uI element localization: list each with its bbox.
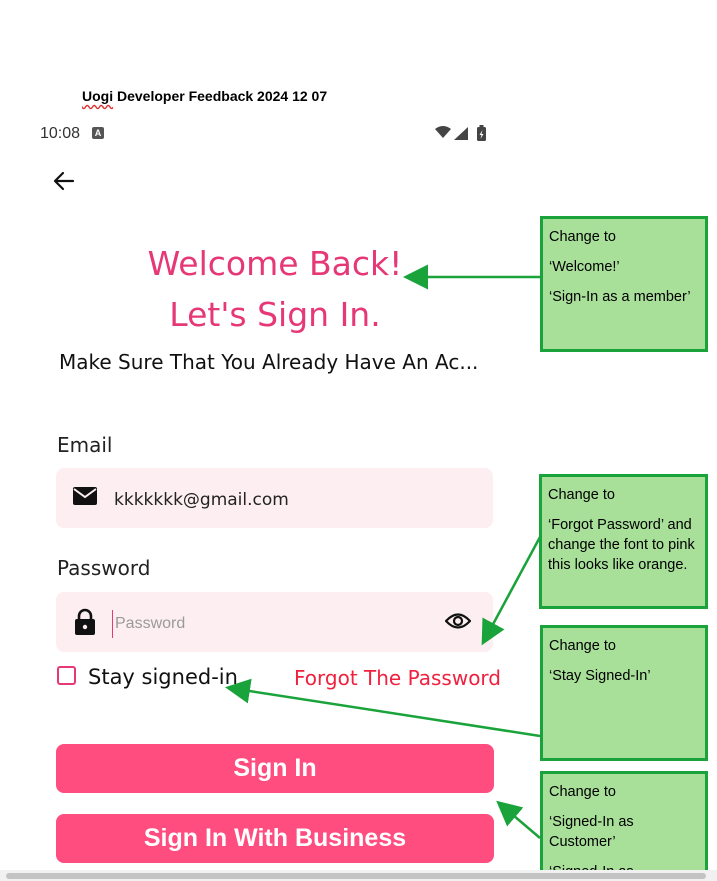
note-line: Change to [549, 229, 616, 245]
back-button[interactable] [52, 170, 76, 197]
status-icons [434, 124, 490, 149]
note-line: Change to [548, 487, 615, 503]
document-title-rest: Developer Feedback 2024 12 07 [113, 88, 328, 104]
note-line: ‘Sign-In as a member’ [549, 289, 691, 305]
note-line: Change to [549, 638, 616, 654]
email-value[interactable]: kkkkkkk@gmail.com [114, 490, 289, 510]
welcome-subheading: Let's Sign In. [169, 295, 381, 334]
scrollbar-thumb[interactable] [6, 873, 706, 879]
annotation-note-stay: Change to ‘Stay Signed-In’ [540, 625, 708, 761]
email-label: Email [57, 433, 113, 457]
annotation-note-forgot: Change to ‘Forgot Password’ and change t… [539, 474, 708, 609]
arrow-left-icon [53, 171, 75, 191]
mail-icon [72, 485, 98, 512]
status-time: 10:08 [40, 125, 81, 142]
lock-icon [74, 608, 96, 641]
battery-icon [477, 125, 486, 141]
password-label: Password [57, 556, 151, 580]
document-title: Uogi Developer Feedback 2024 12 07 [82, 88, 327, 104]
sign-in-button[interactable]: Sign In [56, 744, 494, 793]
arrow-to-stay [225, 678, 541, 738]
eye-icon[interactable] [444, 611, 472, 636]
document-title-app-name: Uogi [82, 88, 114, 104]
note-line: ‘Welcome!’ [549, 259, 620, 275]
stay-signed-in-checkbox[interactable] [57, 666, 76, 685]
welcome-subtitle: Make Sure That You Already Have An Ac... [59, 350, 479, 374]
password-input[interactable] [112, 610, 417, 638]
password-field[interactable] [56, 592, 493, 652]
status-a-icon: A [92, 127, 104, 139]
sign-in-business-button[interactable]: Sign In With Business [56, 814, 494, 863]
stay-signed-in-label[interactable]: Stay signed-in [88, 665, 238, 689]
note-line: ‘Stay Signed-In’ [549, 668, 651, 684]
email-field[interactable]: kkkkkkk@gmail.com [56, 468, 493, 528]
annotation-note-buttons: Change to ‘Signed-In as Customer’ ‘Signe… [540, 771, 708, 881]
signal-icon [454, 127, 468, 140]
note-line: ‘Signed-In as Customer’ [549, 814, 634, 850]
welcome-heading: Welcome Back! [147, 244, 403, 283]
note-line: Change to [549, 784, 616, 800]
arrow-to-buttons [496, 800, 541, 839]
forgot-password-link[interactable]: Forgot The Password [294, 666, 501, 690]
annotation-note-welcome: Change to ‘Welcome!’ ‘Sign-In as a membe… [540, 216, 708, 352]
wifi-icon [435, 126, 451, 138]
note-line: ‘Forgot Password’ and change the font to… [548, 517, 695, 573]
